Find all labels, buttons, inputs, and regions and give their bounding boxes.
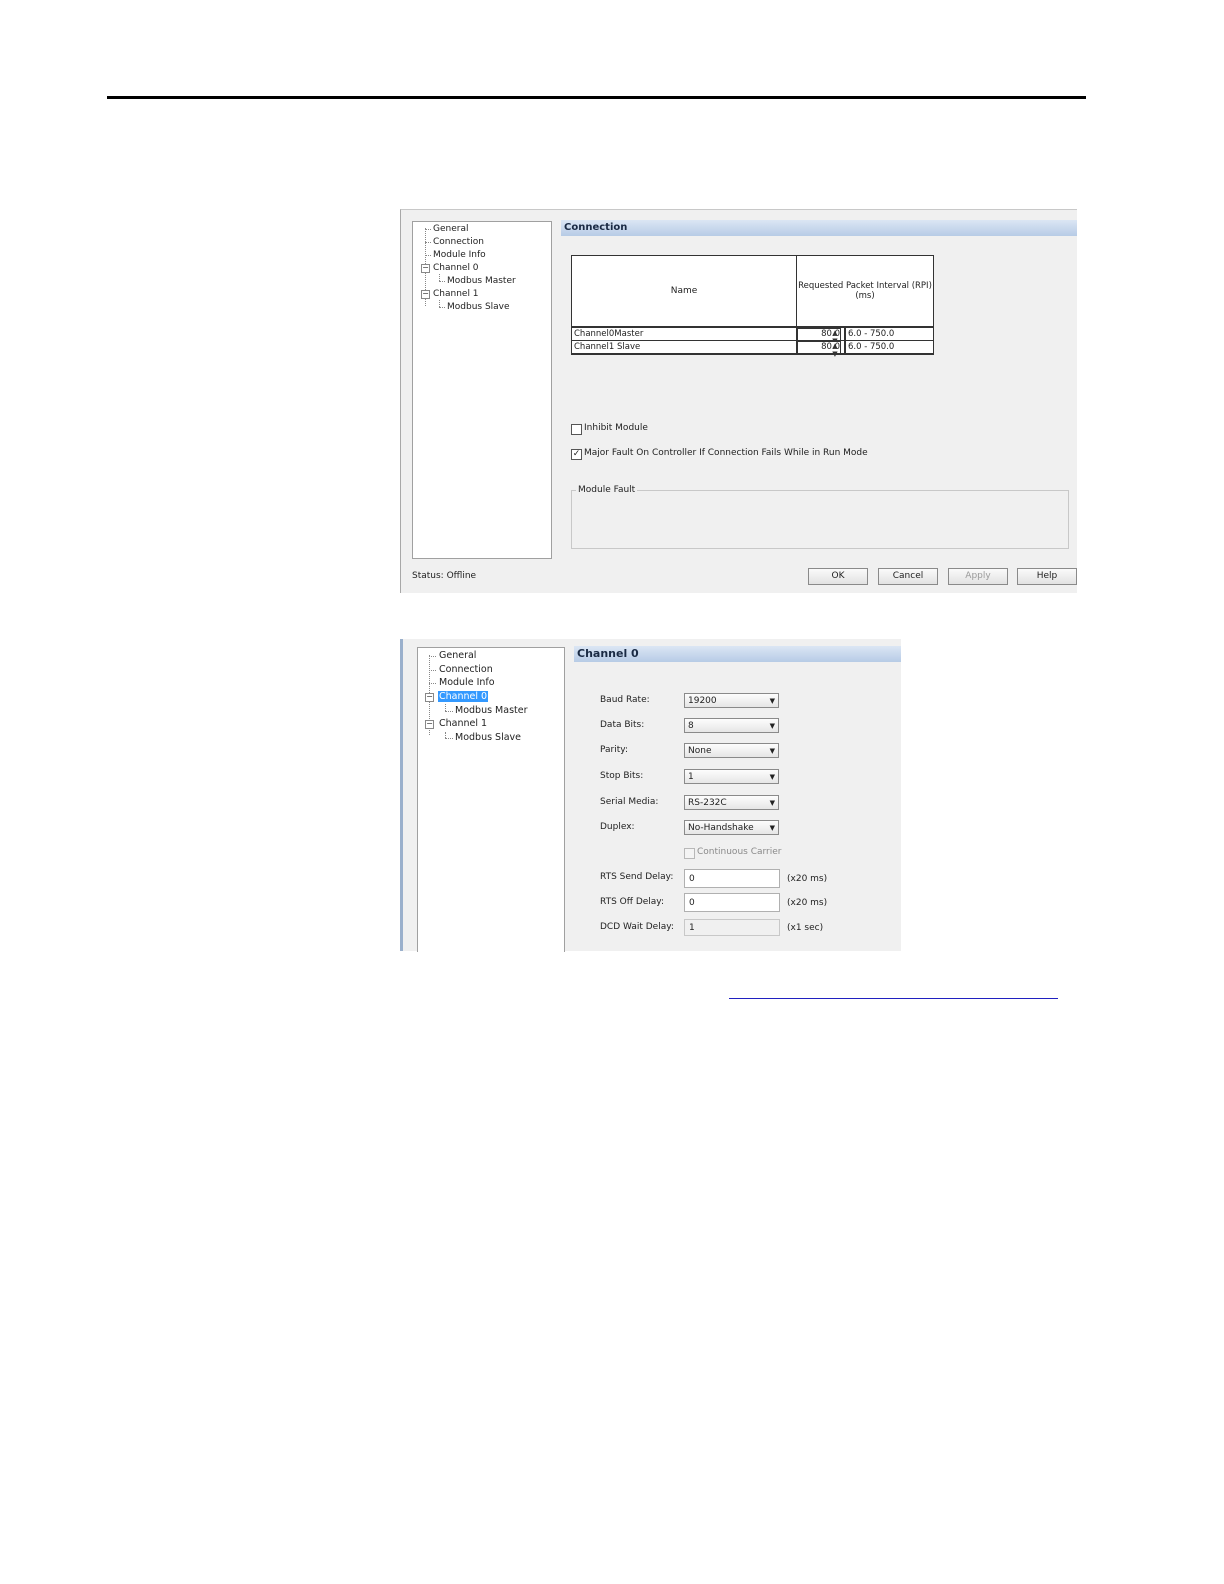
chevron-down-icon: ▼ (769, 824, 775, 832)
rts-off-delay-label: RTS Off Delay: (600, 897, 665, 907)
duplex-label: Duplex: (600, 822, 635, 832)
inhibit-module-label: Inhibit Module (584, 423, 648, 433)
rts-send-delay-input[interactable]: 0 (684, 869, 780, 888)
chevron-down-icon: ▼ (769, 722, 775, 730)
serial-media-value: RS-232C (688, 798, 727, 808)
chevron-down-icon: ▼ (769, 747, 775, 755)
tree-item-connection[interactable]: Connection (439, 664, 493, 675)
module-fault-title: Module Fault (576, 485, 638, 495)
column-header-rpi: Requested Packet Interval (RPI) (ms) (797, 256, 933, 326)
tree-item-general[interactable]: General (433, 224, 468, 234)
collapse-icon[interactable]: − (421, 290, 430, 299)
serial-media-label: Serial Media: (600, 797, 659, 807)
parity-value: None (688, 746, 712, 756)
table-row[interactable]: Channel0Master 80.0 ▲▼ 6.0 - 750.0 (572, 328, 933, 345)
tree-item-module-info[interactable]: Module Info (433, 250, 486, 260)
navigation-tree: General Connection Module Info − Channel… (412, 221, 552, 559)
dcd-wait-delay-label: DCD Wait Delay: (600, 922, 674, 932)
tree-connector (425, 255, 431, 256)
duplex-value: No-Handshake (688, 823, 754, 833)
row-range: 6.0 - 750.0 (844, 328, 894, 340)
parity-label: Parity: (600, 745, 628, 755)
continuous-carrier-checkbox[interactable] (684, 848, 695, 859)
module-fault-group: Module Fault (571, 485, 1069, 549)
tree-item-modbus-slave[interactable]: Modbus Slave (455, 732, 521, 743)
major-fault-checkbox[interactable]: ✓ (571, 449, 582, 460)
header-rule (107, 96, 1086, 99)
dcd-wait-delay-input[interactable]: 1 (684, 919, 780, 936)
tree-item-channel-0[interactable]: Channel 0 (433, 263, 479, 273)
rts-off-delay-unit: (x20 ms) (787, 898, 828, 908)
stop-bits-label: Stop Bits: (600, 771, 644, 781)
help-button[interactable]: Help (1017, 568, 1077, 585)
tree-item-channel-0[interactable]: Channel 0 (438, 691, 489, 702)
tree-connector (429, 683, 436, 684)
tree-connector (445, 711, 453, 712)
column-header-name: Name (572, 256, 797, 326)
chevron-down-icon: ▼ (769, 799, 775, 807)
baud-rate-value: 19200 (688, 696, 717, 706)
rts-off-delay-input[interactable]: 0 (684, 893, 780, 912)
column-divider (796, 328, 797, 354)
tree-item-general[interactable]: General (439, 650, 476, 661)
collapse-icon[interactable]: − (425, 693, 434, 702)
hyperlink-underline[interactable] (729, 998, 1058, 999)
continuous-carrier-label: Continuous Carrier (697, 847, 782, 857)
chevron-down-icon: ▼ (769, 697, 775, 705)
tree-item-modbus-slave[interactable]: Modbus Slave (447, 302, 510, 312)
tree-connector (439, 281, 445, 282)
tree-item-module-info[interactable]: Module Info (439, 677, 495, 688)
rts-send-delay-label: RTS Send Delay: (600, 872, 674, 882)
section-header: Channel 0 (574, 646, 901, 662)
row-name: Channel0Master (574, 329, 644, 339)
navigation-tree: General Connection Module Info − Channel… (417, 647, 565, 952)
tree-connector (439, 300, 440, 307)
duplex-select[interactable]: No-Handshake ▼ (684, 820, 779, 835)
baud-rate-select[interactable]: 19200 ▼ (684, 693, 779, 708)
tree-connector (429, 670, 436, 671)
tree-connector (445, 704, 446, 711)
channel-0-dialog: General Connection Module Info − Channel… (400, 639, 901, 952)
rts-send-delay-unit: (x20 ms) (787, 874, 828, 884)
serial-media-select[interactable]: RS-232C ▼ (684, 795, 779, 810)
tree-item-modbus-master[interactable]: Modbus Master (455, 705, 528, 716)
cancel-button[interactable]: Cancel (878, 568, 938, 585)
collapse-icon[interactable]: − (421, 264, 430, 273)
stop-bits-value: 1 (688, 772, 694, 782)
tree-item-modbus-master[interactable]: Modbus Master (447, 276, 516, 286)
tree-item-connection[interactable]: Connection (433, 237, 484, 247)
chevron-down-icon: ▼ (769, 773, 775, 781)
data-bits-select[interactable]: 8 ▼ (684, 718, 779, 733)
spin-icon[interactable]: ▲▼ (831, 342, 839, 358)
baud-rate-label: Baud Rate: (600, 695, 650, 705)
tree-connector (425, 242, 431, 243)
apply-button[interactable]: Apply (948, 568, 1008, 585)
connection-dialog: General Connection Module Info − Channel… (400, 209, 1077, 593)
tree-connector (439, 274, 440, 281)
stop-bits-select[interactable]: 1 ▼ (684, 769, 779, 784)
connection-table: Name Requested Packet Interval (RPI) (ms… (571, 255, 934, 358)
row-name: Channel1 Slave (574, 342, 641, 352)
status-text: Status: Offline (412, 571, 477, 581)
table-row[interactable]: Channel1 Slave 80.0 ▲▼ 6.0 - 750.0 (572, 341, 933, 358)
tree-connector (445, 738, 453, 739)
data-bits-label: Data Bits: (600, 720, 645, 730)
data-bits-value: 8 (688, 721, 694, 731)
collapse-icon[interactable]: − (425, 720, 434, 729)
tree-connector (429, 656, 436, 657)
dcd-wait-delay-unit: (x1 sec) (787, 923, 824, 933)
tree-item-channel-1[interactable]: Channel 1 (433, 289, 479, 299)
inhibit-module-checkbox[interactable] (571, 424, 582, 435)
parity-select[interactable]: None ▼ (684, 743, 779, 758)
tree-connector (425, 229, 431, 230)
major-fault-label: Major Fault On Controller If Connection … (584, 448, 868, 458)
column-header-rpi-text: Requested Packet Interval (RPI) (ms) (798, 281, 932, 301)
ok-button[interactable]: OK (808, 568, 868, 585)
row-range: 6.0 - 750.0 (844, 341, 894, 353)
tree-connector (439, 307, 445, 308)
section-header: Connection (561, 220, 1077, 236)
tree-item-channel-1[interactable]: Channel 1 (439, 718, 487, 729)
